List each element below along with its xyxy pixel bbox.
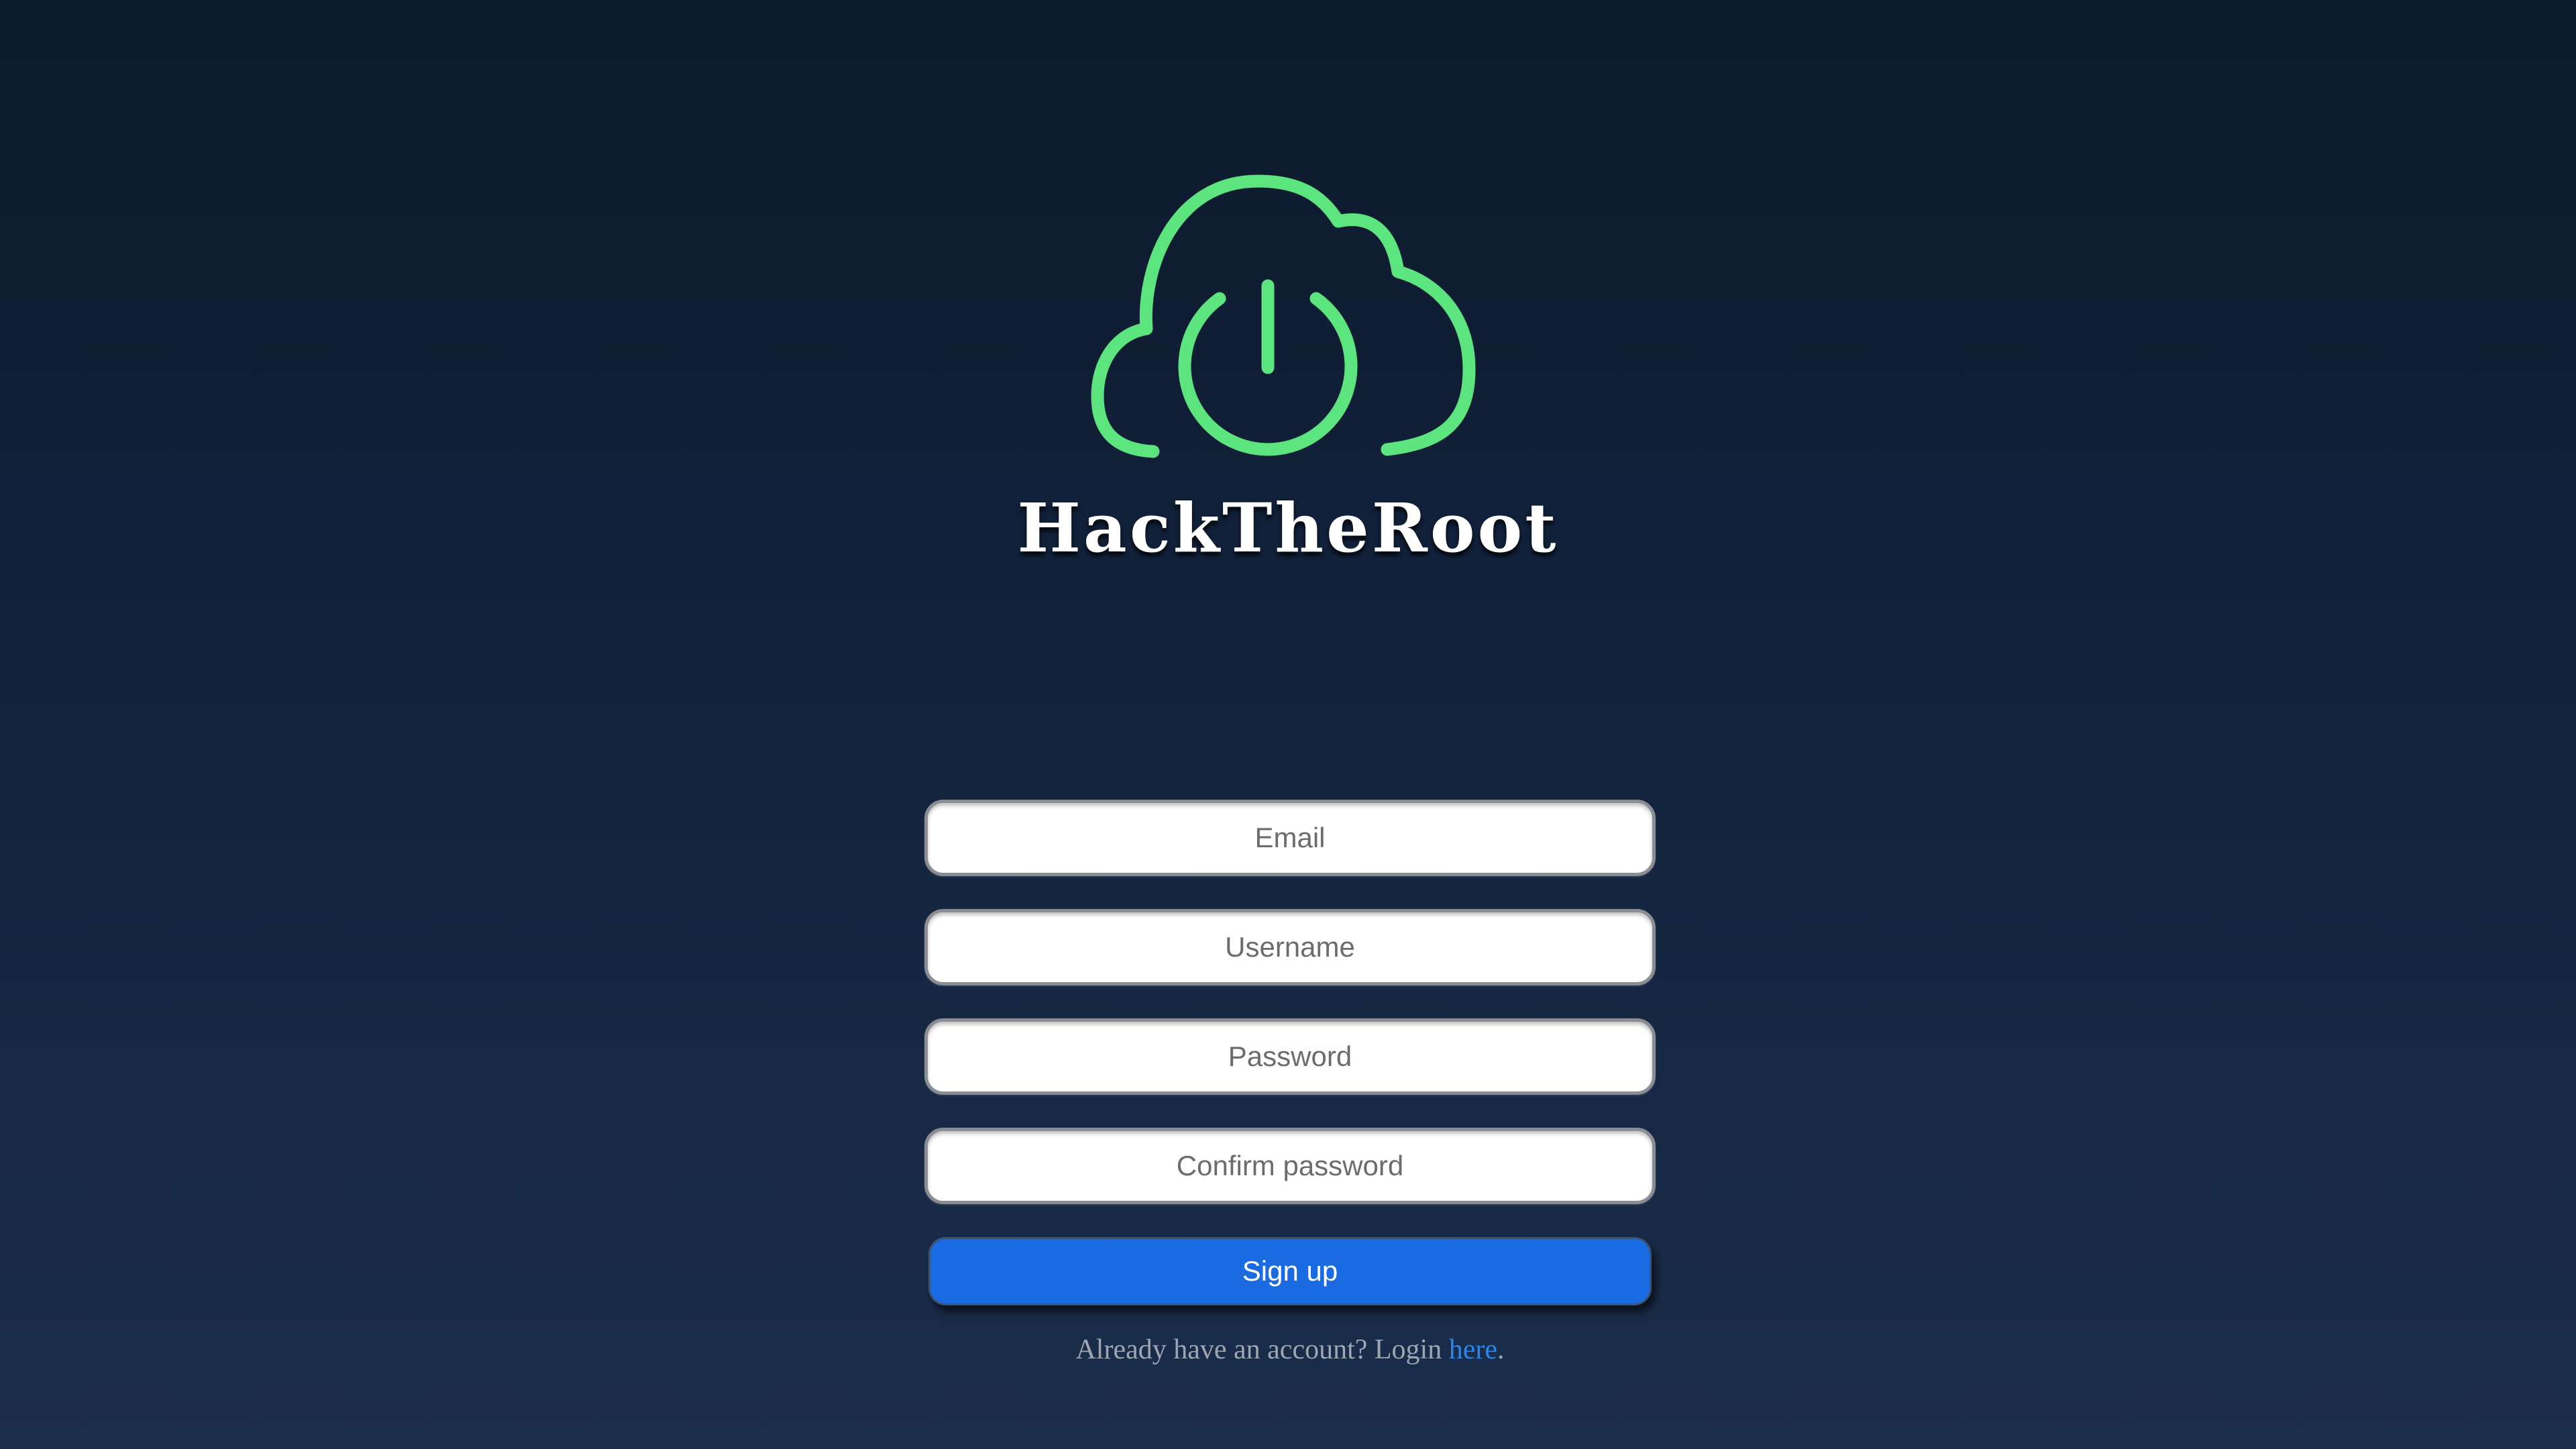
login-prompt-text: Already have an account? Login	[1075, 1334, 1449, 1365]
email-field[interactable]	[924, 800, 1656, 876]
login-link[interactable]: here	[1449, 1334, 1497, 1365]
login-suffix: .	[1497, 1334, 1505, 1365]
password-field[interactable]	[924, 1018, 1656, 1095]
logo: HackTheRoot	[0, 168, 2576, 568]
login-prompt: Already have an account? Login here.	[924, 1334, 1656, 1366]
cloud-power-icon	[1091, 174, 1476, 458]
brand-title: HackTheRoot	[1017, 488, 1559, 568]
username-field[interactable]	[924, 909, 1656, 985]
signup-form: Sign up Already have an account? Login h…	[924, 800, 1656, 1366]
signup-button[interactable]: Sign up	[928, 1237, 1652, 1305]
confirm-password-field[interactable]	[924, 1128, 1656, 1204]
